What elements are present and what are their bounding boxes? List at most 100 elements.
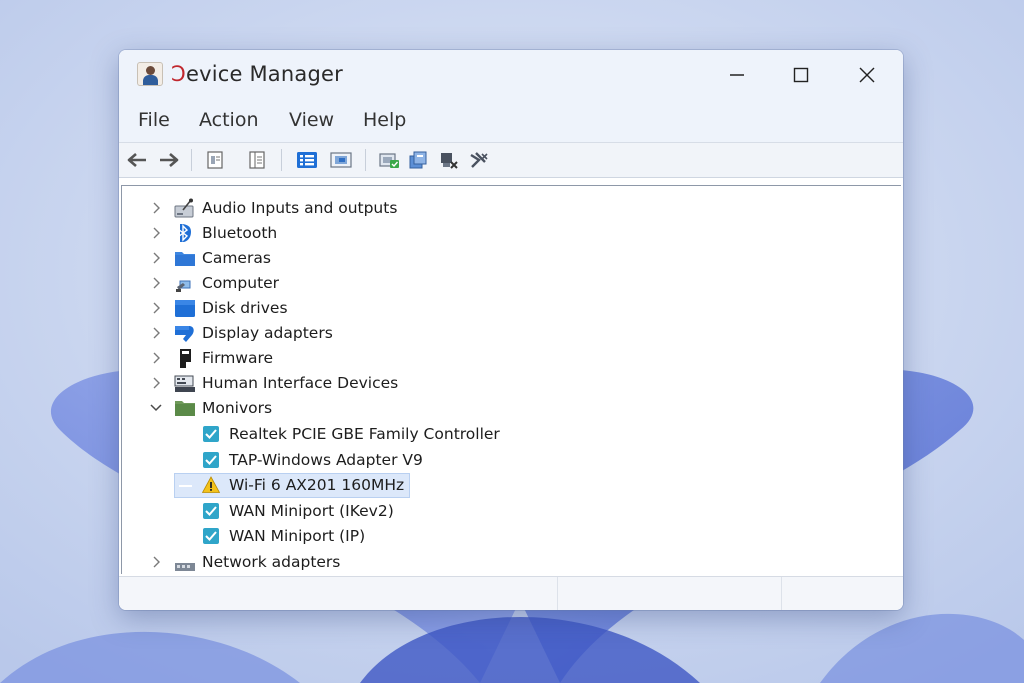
device-tree: Audio Inputs and outputs Bluetooth Camer…: [121, 185, 901, 574]
toolbar-separator: [365, 149, 366, 171]
tree-device-wifi[interactable]: Wi-Fi 6 AX201 160MHz: [122, 473, 892, 498]
tree-category-network-adapters[interactable]: Network adapters: [122, 550, 892, 574]
menu-action[interactable]: Action: [199, 109, 259, 131]
help-panel-button[interactable]: [245, 149, 269, 171]
title-rest: evice Manager: [185, 62, 343, 86]
disable-device-button[interactable]: [467, 149, 491, 171]
properties-icon: [207, 151, 223, 169]
monitor-folder-icon: [175, 401, 195, 416]
forward-button[interactable]: [157, 149, 181, 171]
device-label: WAN Miniport (IKev2): [229, 502, 394, 520]
close-button[interactable]: [841, 50, 893, 100]
toolbar: [119, 142, 903, 178]
display-adapter-icon: [175, 326, 194, 342]
device-label: WAN Miniport (IP): [229, 527, 366, 545]
minimize-button[interactable]: [711, 50, 763, 100]
chevron-right-icon[interactable]: [149, 301, 163, 315]
category-label: Display adapters: [202, 324, 333, 342]
tree-category-firmware[interactable]: Firmware: [122, 346, 892, 371]
window-title: Ɔevice Manager: [171, 62, 343, 86]
toolbar-separator: [191, 149, 192, 171]
chevron-down-icon[interactable]: [149, 401, 163, 415]
properties-button[interactable]: [203, 149, 227, 171]
title-bar[interactable]: Ɔevice Manager: [119, 50, 903, 100]
title-first-glyph: Ɔ: [171, 62, 186, 86]
firmware-icon: [180, 349, 191, 368]
category-label: Monivors: [202, 399, 273, 417]
category-label: Bluetooth: [202, 224, 278, 242]
menu-file[interactable]: File: [138, 109, 170, 131]
bluetooth-icon: [177, 224, 191, 242]
category-label: Network adapters: [202, 553, 341, 571]
update-driver-button[interactable]: [407, 149, 431, 171]
chevron-right-icon[interactable]: [149, 351, 163, 365]
maximize-button[interactable]: [775, 50, 827, 100]
uninstall-device-icon: [441, 153, 458, 169]
tree-category-bluetooth[interactable]: Bluetooth: [122, 221, 892, 246]
tree-category-audio[interactable]: Audio Inputs and outputs: [122, 196, 892, 221]
minimize-icon: [730, 74, 744, 76]
network-adapter-icon: [175, 563, 195, 571]
help-panel-icon: [249, 151, 265, 169]
update-driver-icon: [409, 151, 427, 169]
chevron-right-icon[interactable]: [149, 251, 163, 265]
status-divider: [557, 577, 559, 610]
device-view-icon: [330, 152, 352, 168]
network-device-icon: [203, 528, 219, 544]
chevron-right-icon[interactable]: [149, 376, 163, 390]
network-device-icon: [203, 503, 219, 519]
device-label: TAP-Windows Adapter V9: [229, 451, 423, 469]
tree-category-disk-drives[interactable]: Disk drives: [122, 296, 892, 321]
hid-icon: [174, 375, 195, 392]
toolbar-separator: [281, 149, 282, 171]
warning-icon: [202, 476, 220, 493]
tree-device-tap[interactable]: TAP-Windows Adapter V9: [122, 448, 892, 473]
category-label: Audio Inputs and outputs: [202, 199, 398, 217]
tree-category-hid[interactable]: Human Interface Devices: [122, 371, 892, 396]
chevron-right-icon[interactable]: [149, 226, 163, 240]
tree-category-computer[interactable]: Computer: [122, 271, 892, 296]
camera-folder-icon: [175, 252, 195, 266]
tree-category-monivors[interactable]: Monivors: [122, 396, 892, 421]
computer-icon: [176, 280, 191, 292]
close-icon: [859, 67, 875, 83]
device-label: Realtek PCIE GBE Family Controller: [229, 425, 500, 443]
category-label: Disk drives: [202, 299, 288, 317]
device-manager-window: Ɔevice Manager File Action View Help Aud…: [119, 50, 903, 610]
category-label: Cameras: [202, 249, 271, 267]
audio-icon: [174, 198, 194, 218]
category-label: Firmware: [202, 349, 274, 367]
device-label: Wi-Fi 6 AX201 160MHz: [229, 476, 405, 494]
disk-drive-icon: [175, 300, 195, 317]
network-device-icon: [203, 426, 219, 442]
back-arrow-icon: [127, 153, 146, 167]
forward-arrow-icon: [160, 153, 179, 167]
chevron-right-icon[interactable]: [149, 555, 163, 569]
scan-hardware-button[interactable]: [377, 149, 401, 171]
disable-device-icon: [470, 152, 488, 168]
tree-category-cameras[interactable]: Cameras: [122, 246, 892, 271]
show-hidden-view-button[interactable]: [295, 149, 319, 171]
menu-view[interactable]: View: [289, 109, 334, 131]
tree-device-realtek[interactable]: Realtek PCIE GBE Family Controller: [122, 422, 892, 447]
network-device-icon: [203, 452, 219, 468]
device-view-button[interactable]: [329, 149, 353, 171]
tree-category-display-adapters[interactable]: Display adapters: [122, 321, 892, 346]
tree-device-wan-ip[interactable]: WAN Miniport (IP): [122, 524, 892, 549]
menu-help[interactable]: Help: [363, 109, 406, 131]
tree-device-wan-ikev2[interactable]: WAN Miniport (IKev2): [122, 499, 892, 524]
category-label: Human Interface Devices: [202, 374, 399, 392]
status-bar: [119, 576, 903, 610]
uninstall-device-button[interactable]: [437, 149, 461, 171]
menu-bar: File Action View Help: [119, 100, 903, 142]
maximize-icon: [793, 67, 809, 83]
scan-hardware-icon: [379, 153, 399, 168]
chevron-right-icon[interactable]: [149, 326, 163, 340]
chevron-right-icon[interactable]: [149, 276, 163, 290]
app-icon: [137, 62, 163, 86]
status-divider: [781, 577, 783, 610]
back-button[interactable]: [125, 149, 149, 171]
category-label: Computer: [202, 274, 280, 292]
chevron-right-icon[interactable]: [149, 201, 163, 215]
selection-focus-mark: [179, 485, 192, 487]
